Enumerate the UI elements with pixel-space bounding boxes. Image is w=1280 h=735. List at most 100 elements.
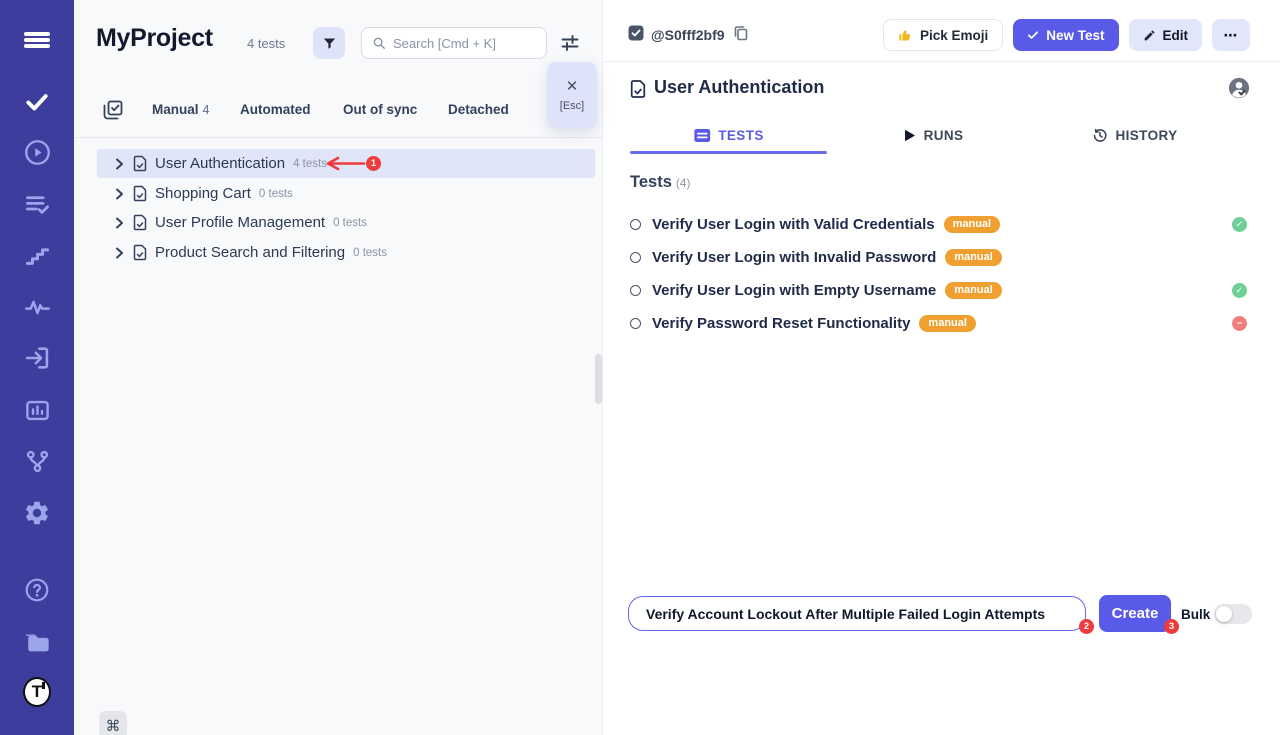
- search-input[interactable]: [393, 36, 536, 51]
- pencil-icon: [1143, 29, 1156, 42]
- chevron-right-icon[interactable]: [115, 247, 124, 259]
- tree-label: User Profile Management: [155, 214, 325, 231]
- toggle-knob: [1216, 606, 1232, 622]
- select-all-icon[interactable]: [103, 100, 123, 120]
- manual-badge: manual: [944, 216, 1001, 233]
- manual-badge: manual: [919, 315, 976, 332]
- document-check-icon: [133, 214, 147, 231]
- activity-icon[interactable]: [23, 293, 51, 321]
- close-icon[interactable]: ✕: [566, 79, 579, 94]
- suite-title: User Authentication: [654, 77, 824, 98]
- suite-topbar: @S0fff2bf9 Pick Emoji New Test: [603, 0, 1280, 62]
- tab-history[interactable]: HISTORY: [1092, 128, 1177, 143]
- play-circle-icon[interactable]: [23, 138, 51, 166]
- close-esc-popover[interactable]: ✕ [Esc]: [547, 62, 597, 128]
- bar-chart-icon[interactable]: [23, 396, 51, 424]
- tab-detached[interactable]: Detached: [448, 102, 509, 117]
- thumbs-up-icon: [898, 28, 913, 43]
- adjustments-icon[interactable]: [560, 33, 580, 53]
- active-tab-underline: [630, 151, 827, 154]
- assignee-avatar[interactable]: [1228, 77, 1250, 99]
- annotation-marker-1: 1: [366, 156, 381, 171]
- import-icon[interactable]: [23, 344, 51, 372]
- more-options-button[interactable]: ⋯: [1212, 19, 1250, 51]
- check-icon: [1027, 29, 1039, 41]
- funnel-icon: [322, 36, 337, 51]
- search-icon: [372, 36, 386, 50]
- test-name: Verify User Login with Valid Credentials: [652, 216, 935, 233]
- edit-button[interactable]: Edit: [1129, 19, 1203, 51]
- tree-count: 4 tests: [293, 158, 327, 170]
- tree-label: Shopping Cart: [155, 185, 251, 202]
- logo-t-icon[interactable]: T: [23, 678, 51, 706]
- status-passed-icon: ✓: [1232, 217, 1247, 232]
- copy-icon[interactable]: [733, 25, 749, 41]
- filter-button[interactable]: [313, 27, 345, 59]
- document-check-icon: [133, 244, 147, 261]
- tab-tests[interactable]: TESTS: [694, 128, 764, 143]
- test-name: Verify Password Reset Functionality: [652, 315, 910, 332]
- tree-row-product-search-and-filtering[interactable]: Product Search and Filtering 0 tests: [97, 238, 595, 267]
- annotation-arrow-1: [324, 156, 366, 171]
- project-title: MyProject: [96, 24, 213, 53]
- tests-section-title: Tests(4): [630, 173, 691, 192]
- document-check-icon: [133, 185, 147, 202]
- tree-count: 0 tests: [259, 188, 293, 200]
- scrollbar-thumb[interactable]: [595, 354, 602, 404]
- tree-count: 0 tests: [353, 247, 387, 259]
- manual-badge: manual: [945, 282, 1002, 299]
- document-check-icon: [133, 155, 147, 172]
- bulk-label: Bulk: [1181, 607, 1210, 622]
- history-clock-icon: [1092, 128, 1107, 143]
- gear-icon[interactable]: [23, 499, 51, 527]
- tree-row-user-profile-management[interactable]: User Profile Management 0 tests: [97, 208, 595, 237]
- suite-detail-panel: @S0fff2bf9 Pick Emoji New Test: [603, 0, 1280, 735]
- test-bullet-circle: [630, 318, 641, 329]
- create-button[interactable]: Create: [1099, 595, 1171, 632]
- test-row-password-reset[interactable]: Verify Password Reset Functionality manu…: [630, 309, 1253, 337]
- pick-emoji-button[interactable]: Pick Emoji: [883, 19, 1003, 51]
- help-icon[interactable]: [23, 576, 51, 604]
- checkbox-filled-icon: [628, 25, 644, 41]
- tab-runs[interactable]: RUNS: [905, 128, 964, 143]
- tree-row-shopping-cart[interactable]: Shopping Cart 0 tests: [97, 179, 595, 208]
- check-icon[interactable]: [23, 88, 51, 116]
- cmd-key-icon[interactable]: ⌘: [99, 711, 127, 735]
- test-row-empty-username[interactable]: Verify User Login with Empty Username ma…: [630, 276, 1253, 304]
- new-test-name-input[interactable]: [628, 596, 1086, 631]
- chevron-right-icon[interactable]: [115, 188, 124, 200]
- tab-manual-count: 4: [203, 103, 210, 117]
- steps-icon[interactable]: [23, 241, 51, 269]
- folder-icon[interactable]: [23, 628, 51, 656]
- chevron-right-icon[interactable]: [115, 217, 124, 229]
- project-test-count: 4 tests: [247, 36, 285, 51]
- filter-tabs: Manual4 Automated Out of sync Detached: [74, 96, 603, 128]
- esc-hint-label: [Esc]: [560, 100, 584, 112]
- tab-manual[interactable]: Manual4: [152, 102, 209, 117]
- test-name: Verify User Login with Empty Username: [652, 282, 936, 299]
- tab-automated[interactable]: Automated: [240, 102, 311, 117]
- chevron-right-icon[interactable]: [115, 158, 124, 170]
- bulk-toggle[interactable]: [1214, 604, 1252, 624]
- suite-tag: @S0fff2bf9: [651, 27, 725, 43]
- test-row-valid-credentials[interactable]: Verify User Login with Valid Credentials…: [630, 210, 1253, 238]
- tree-count: 0 tests: [333, 217, 367, 229]
- tree-label: Product Search and Filtering: [155, 244, 345, 261]
- ellipsis-icon: ⋯: [1224, 27, 1239, 44]
- test-bullet-circle: [630, 285, 641, 296]
- suite-actions: Pick Emoji New Test Edit ⋯: [883, 19, 1250, 51]
- test-row-invalid-password[interactable]: Verify User Login with Invalid Password …: [630, 243, 1253, 271]
- play-icon: [905, 129, 916, 142]
- new-test-button[interactable]: New Test: [1013, 19, 1118, 51]
- menu-icon[interactable]: [23, 26, 51, 54]
- tree-label: User Authentication: [155, 155, 285, 172]
- app-window: T MyProject 4 tests ✕ [Esc]: [0, 0, 1280, 735]
- manual-badge: manual: [945, 249, 1002, 266]
- test-name: Verify User Login with Invalid Password: [652, 249, 936, 266]
- branch-icon[interactable]: [23, 447, 51, 475]
- list-check-icon[interactable]: [23, 190, 51, 218]
- tab-out-of-sync[interactable]: Out of sync: [343, 102, 417, 117]
- search-box[interactable]: [361, 27, 547, 59]
- test-bullet-circle: [630, 219, 641, 230]
- document-check-icon: [630, 79, 646, 99]
